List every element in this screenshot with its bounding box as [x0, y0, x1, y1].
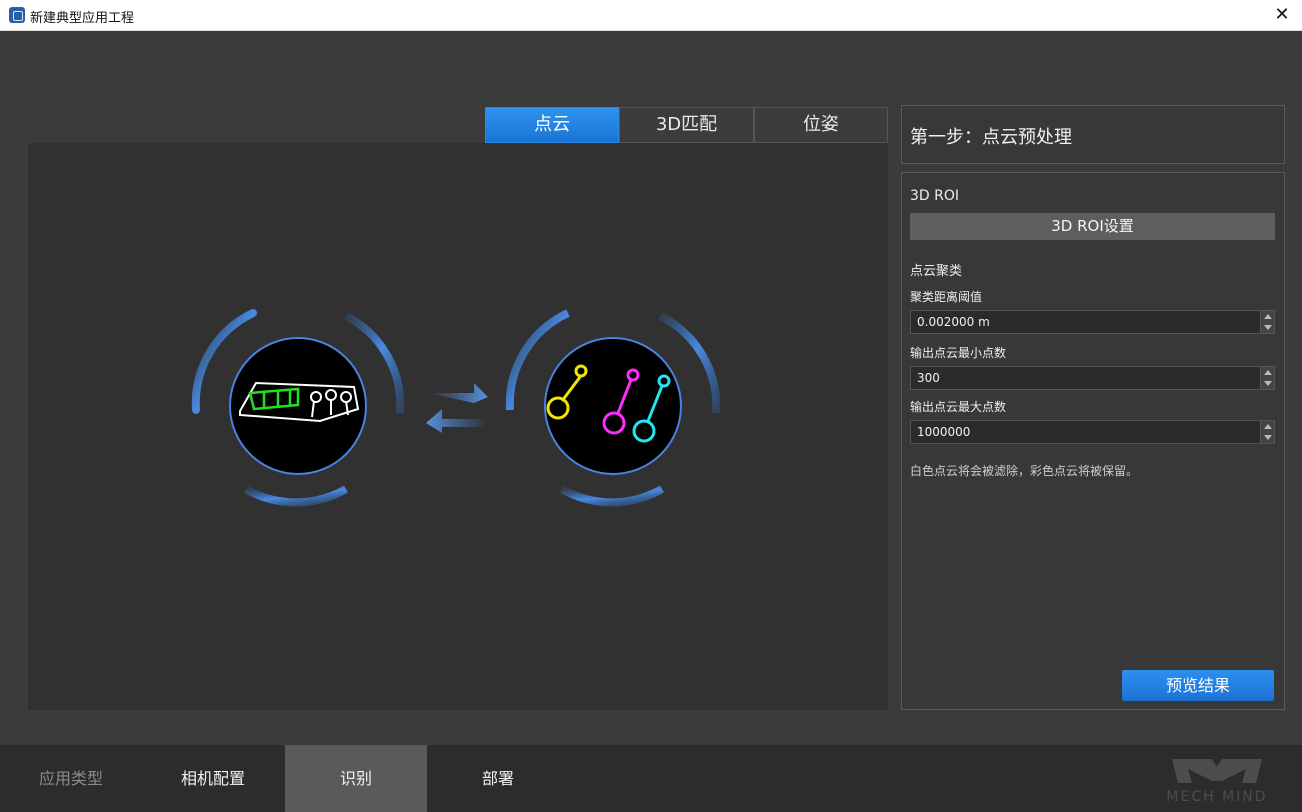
- min-points-value[interactable]: 300: [917, 371, 940, 385]
- roi-settings-button[interactable]: 3D ROI设置: [910, 213, 1275, 240]
- min-points-label: 输出点云最小点数: [910, 346, 1007, 360]
- distance-stepper[interactable]: [1260, 311, 1274, 333]
- app-logo-icon: [9, 7, 25, 23]
- distance-threshold-value[interactable]: 0.002000 m: [917, 315, 990, 329]
- input-cloud-illustration: [191, 309, 405, 507]
- settings-panel: 3D ROI 3D ROI设置 点云聚类 聚类距离阈值 0.002000 m 输…: [901, 172, 1285, 710]
- max-points-value[interactable]: 1000000: [917, 425, 970, 439]
- distance-threshold-label: 聚类距离阈值: [910, 290, 983, 304]
- window-title: 新建典型应用工程: [30, 11, 135, 26]
- wizard-nav-bar: 应用类型 相机配置 识别 部署 MECH MIND: [0, 745, 1302, 812]
- decrement-icon[interactable]: [1264, 325, 1272, 330]
- close-icon[interactable]: ✕: [1262, 0, 1302, 30]
- roi-section-label: 3D ROI: [910, 188, 960, 204]
- decrement-icon[interactable]: [1264, 381, 1272, 386]
- tab-pose[interactable]: 位姿: [753, 107, 888, 143]
- point-cloud-viewer[interactable]: [28, 143, 888, 710]
- preview-illustration: [191, 309, 721, 507]
- min-points-stepper[interactable]: [1260, 367, 1274, 389]
- app-window: 新建典型应用工程 ✕ 点云 3D匹配 位姿 第一步：点云预处理 3D ROI 3…: [0, 0, 1302, 812]
- output-cloud-illustration: [505, 309, 721, 507]
- max-points-stepper[interactable]: [1260, 421, 1274, 443]
- tab-3d-matching[interactable]: 3D匹配: [619, 107, 754, 143]
- min-points-input[interactable]: 300: [910, 366, 1275, 390]
- preview-result-button[interactable]: 预览结果: [1122, 670, 1274, 701]
- filter-note: 白色点云将会被滤除，彩色点云将被保留。: [910, 464, 1139, 478]
- increment-icon[interactable]: [1264, 424, 1272, 429]
- increment-icon[interactable]: [1264, 370, 1272, 375]
- tab-point-cloud[interactable]: 点云: [485, 107, 620, 143]
- swap-arrows-icon: [426, 383, 488, 433]
- max-points-input[interactable]: 1000000: [910, 420, 1275, 444]
- step-header: 第一步：点云预处理: [901, 105, 1285, 164]
- brand-logo: MECH MIND: [1166, 759, 1267, 805]
- max-points-label: 输出点云最大点数: [910, 400, 1007, 414]
- nav-camera-config[interactable]: 相机配置: [142, 745, 284, 812]
- nav-recognition[interactable]: 识别: [285, 745, 427, 812]
- view-tabs: 点云 3D匹配 位姿: [485, 107, 888, 143]
- brand-wordmark: MECH MIND: [1166, 789, 1267, 805]
- decrement-icon[interactable]: [1264, 435, 1272, 440]
- step-title: 第一步：点云预处理: [910, 127, 1072, 148]
- nav-app-type[interactable]: 应用类型: [0, 745, 142, 812]
- nav-deploy[interactable]: 部署: [427, 745, 569, 812]
- cluster-section-label: 点云聚类: [910, 264, 963, 279]
- distance-threshold-input[interactable]: 0.002000 m: [910, 310, 1275, 334]
- increment-icon[interactable]: [1264, 314, 1272, 319]
- title-bar: 新建典型应用工程 ✕: [0, 0, 1302, 31]
